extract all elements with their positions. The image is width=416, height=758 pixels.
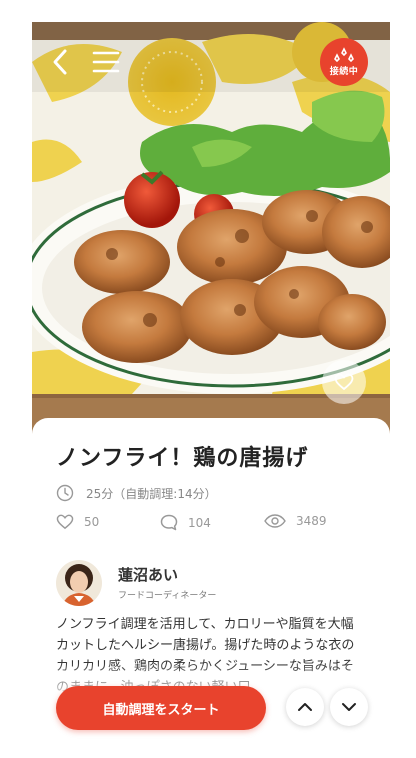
- author-role: フードコーディネーター: [118, 591, 217, 601]
- app-screen: 接続中 ノンフライ！鶏の唐揚げ 25分（自動調理:14分） 50 104 348…: [32, 22, 390, 758]
- hamburger-icon: [92, 51, 120, 73]
- top-bar: 接続中: [32, 22, 390, 92]
- scroll-down-button[interactable]: [330, 688, 368, 726]
- recipe-title: ノンフライ！鶏の唐揚げ: [56, 446, 309, 471]
- back-button[interactable]: [48, 48, 74, 76]
- cooking-time-row: 25分（自動調理:14分）: [56, 484, 217, 502]
- chevron-down-icon: [342, 703, 356, 711]
- likes-count: 50: [84, 515, 100, 529]
- author-name: 蓮沼あい: [118, 566, 179, 584]
- chevron-left-icon: [53, 49, 67, 75]
- favorite-button[interactable]: [322, 360, 366, 404]
- likes-stat[interactable]: 50: [56, 514, 99, 530]
- chevron-up-icon: [298, 703, 312, 711]
- comments-count: 104: [188, 515, 211, 530]
- heart-icon: [334, 373, 354, 391]
- menu-button[interactable]: [92, 50, 120, 74]
- connection-status-button[interactable]: 接続中: [320, 38, 368, 86]
- connection-status-label: 接続中: [329, 67, 359, 77]
- recipe-stats: 50 104 3489: [56, 514, 366, 538]
- connection-icon: [334, 47, 354, 63]
- eye-icon: [264, 514, 286, 528]
- avatar[interactable]: [56, 560, 102, 606]
- views-count: 3489: [296, 514, 327, 528]
- comments-stat[interactable]: 104: [160, 514, 211, 531]
- heart-outline-icon: [56, 514, 74, 530]
- start-auto-cooking-button[interactable]: 自動調理をスタート: [56, 686, 266, 730]
- author-row[interactable]: 蓮沼あい フードコーディネーター: [56, 560, 366, 608]
- clock-icon: [56, 484, 74, 502]
- comment-icon: [160, 514, 178, 531]
- cooking-time: 25分（自動調理:14分）: [86, 486, 217, 501]
- scroll-up-button[interactable]: [286, 688, 324, 726]
- views-stat: 3489: [264, 514, 327, 528]
